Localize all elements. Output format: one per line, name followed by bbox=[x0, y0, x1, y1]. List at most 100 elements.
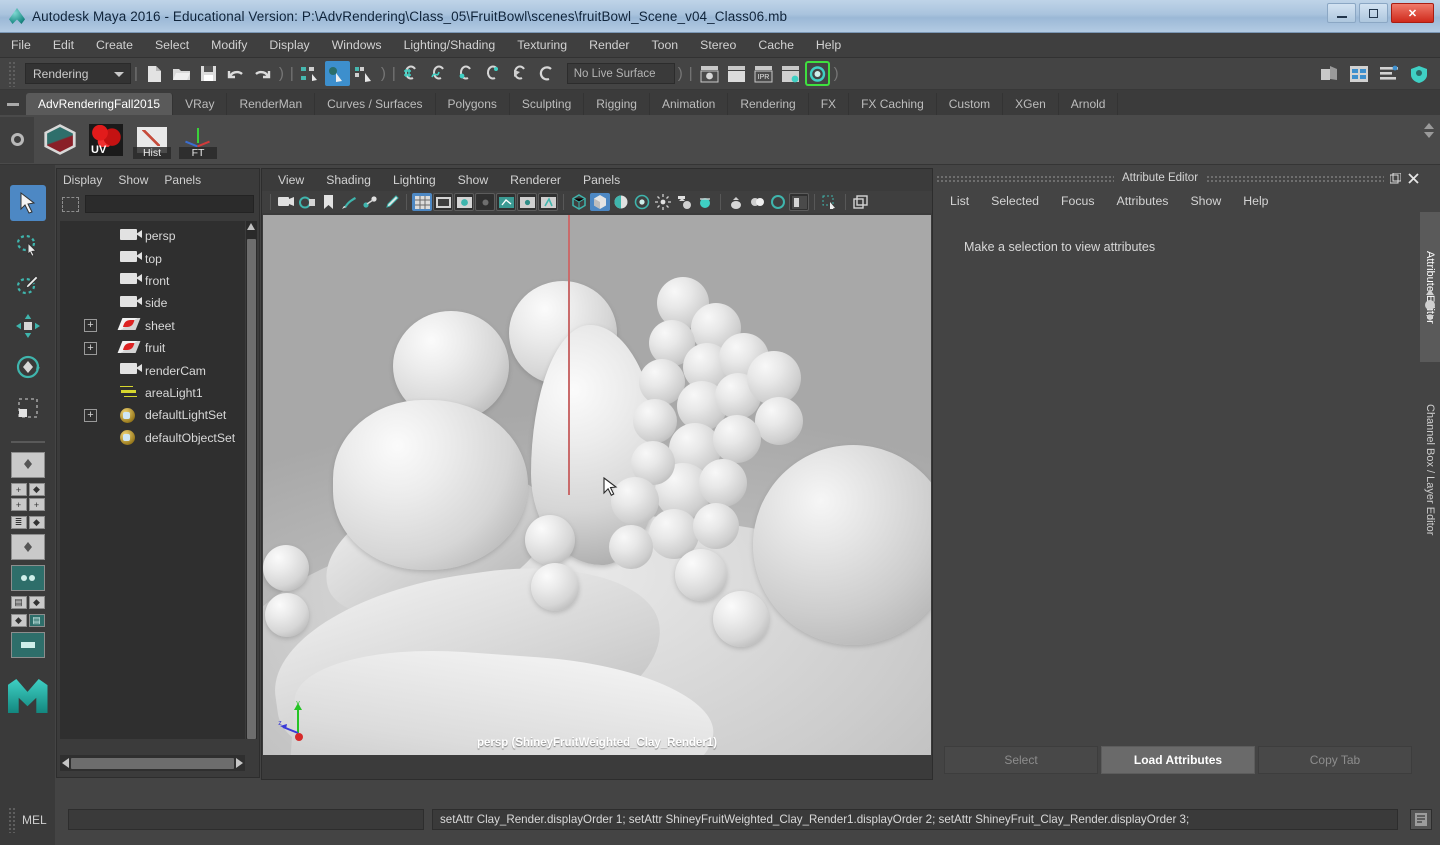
shelf-tab-xgen[interactable]: XGen bbox=[1003, 93, 1059, 115]
outliner-item-persp[interactable]: persp bbox=[60, 225, 245, 247]
attribute-editor-menu-attributes[interactable]: Attributes bbox=[1117, 194, 1169, 208]
panel-drag-handle[interactable] bbox=[1206, 174, 1385, 182]
snap-grid-icon[interactable] bbox=[400, 61, 425, 86]
shelf-options-button[interactable] bbox=[0, 116, 34, 163]
viewport-3d-canvas[interactable]: y z persp (ShineyFruitWeighted_Clay_Rend… bbox=[263, 215, 931, 755]
shelf-tab-animation[interactable]: Animation bbox=[649, 93, 729, 115]
close-button[interactable]: ✕ bbox=[1391, 3, 1434, 23]
scroll-right-icon[interactable] bbox=[236, 758, 243, 768]
undo-icon[interactable] bbox=[223, 61, 248, 86]
menu-item-render[interactable]: Render bbox=[578, 35, 640, 55]
menu-item-create[interactable]: Create bbox=[85, 35, 144, 55]
shelf-tab-fx[interactable]: FX bbox=[808, 93, 850, 115]
quick-layout-render-view[interactable] bbox=[10, 632, 45, 658]
menu-item-cache[interactable]: Cache bbox=[747, 35, 805, 55]
render-settings-icon[interactable] bbox=[778, 61, 803, 86]
viewport-menu-renderer[interactable]: Renderer bbox=[510, 173, 561, 187]
menu-item-lighting-shading[interactable]: Lighting/Shading bbox=[393, 35, 507, 55]
snap-projected-center-icon[interactable] bbox=[481, 61, 506, 86]
grease-pencil-icon[interactable] bbox=[339, 193, 359, 211]
quick-layout-outliner-persp[interactable]: ≣ ◆ bbox=[10, 516, 45, 529]
shelf-tab-arnold[interactable]: Arnold bbox=[1058, 93, 1119, 115]
load-attributes-button[interactable]: Load Attributes bbox=[1101, 746, 1255, 774]
paint-effects-icon[interactable] bbox=[381, 193, 401, 211]
menu-item-texturing[interactable]: Texturing bbox=[506, 35, 578, 55]
channel-box-toggle-icon[interactable] bbox=[1376, 61, 1401, 86]
scale-tool[interactable] bbox=[10, 390, 46, 426]
gate-mask-icon[interactable] bbox=[475, 193, 495, 211]
exposure-icon[interactable] bbox=[517, 193, 537, 211]
close-icon[interactable] bbox=[1406, 171, 1420, 185]
menu-item-modify[interactable]: Modify bbox=[200, 35, 258, 55]
wireframe-icon[interactable] bbox=[569, 193, 589, 211]
outliner-vertical-scrollbar[interactable] bbox=[246, 221, 257, 739]
minimize-button[interactable] bbox=[1327, 3, 1356, 23]
shelf-tab-renderman[interactable]: RenderMan bbox=[227, 93, 316, 115]
expand-toggle-icon[interactable]: + bbox=[84, 408, 97, 422]
select-object-icon[interactable] bbox=[324, 61, 350, 86]
shelf-uv-button[interactable]: UV bbox=[86, 120, 126, 160]
smooth-shade-icon[interactable] bbox=[590, 193, 610, 211]
depth-of-field-icon[interactable] bbox=[768, 193, 788, 211]
viewport-menu-lighting[interactable]: Lighting bbox=[393, 173, 436, 187]
maximize-button[interactable] bbox=[1359, 3, 1388, 23]
two-sided-lighting-icon[interactable] bbox=[297, 193, 317, 211]
use-all-lights-icon[interactable] bbox=[653, 193, 673, 211]
shelf-tab-custom[interactable]: Custom bbox=[936, 93, 1004, 115]
panel-zoom-icon[interactable] bbox=[851, 193, 871, 211]
hardware-texturing-icon[interactable] bbox=[632, 193, 652, 211]
outliner-horizontal-scrollbar[interactable] bbox=[60, 755, 245, 771]
viewport-menu-view[interactable]: View bbox=[278, 173, 304, 187]
rotate-tool[interactable] bbox=[10, 349, 46, 385]
bookmark-icon[interactable] bbox=[318, 193, 338, 211]
viewport-menu-panels[interactable]: Panels bbox=[583, 173, 620, 187]
shelf-tab-rendering[interactable]: Rendering bbox=[728, 93, 809, 115]
motion-blur-icon[interactable] bbox=[726, 193, 746, 211]
shelf-scroll-arrows[interactable] bbox=[1424, 123, 1436, 138]
outliner-item-front[interactable]: front bbox=[60, 270, 245, 292]
shelf-tab-rigging[interactable]: Rigging bbox=[584, 93, 650, 115]
outliner-item-fruit[interactable]: + fruit bbox=[60, 337, 245, 359]
ipr-render-icon[interactable]: IPR bbox=[751, 61, 776, 86]
xray-joints-icon[interactable] bbox=[496, 193, 516, 211]
shelf-tab-advrenderingfall2015[interactable]: AdvRenderingFall2015 bbox=[26, 93, 174, 115]
xray-mode-icon[interactable] bbox=[820, 193, 840, 211]
outliner-item-areaLight1[interactable]: areaLight1 bbox=[60, 382, 245, 404]
ik-handle-icon[interactable] bbox=[360, 193, 380, 211]
outliner-item-defaultObjectSet[interactable]: defaultObjectSet bbox=[60, 427, 245, 449]
quick-layout-persp-uv[interactable]: ◆ ▤ bbox=[10, 614, 45, 627]
redo-icon[interactable] bbox=[250, 61, 275, 86]
tool-settings-icon[interactable] bbox=[1406, 61, 1431, 86]
menu-set-selector[interactable]: Rendering bbox=[25, 63, 131, 84]
quick-layout-hypershade[interactable] bbox=[10, 565, 45, 591]
camera-attributes-icon[interactable] bbox=[276, 193, 296, 211]
script-editor-icon[interactable] bbox=[1410, 809, 1432, 830]
make-live-icon[interactable] bbox=[535, 61, 560, 86]
attribute-editor-menu-help[interactable]: Help bbox=[1243, 194, 1268, 208]
quick-layout-outliner-persp-graph[interactable]: ▤ ◆ bbox=[10, 596, 45, 609]
menu-item-file[interactable]: File bbox=[0, 35, 42, 55]
snap-point-icon[interactable] bbox=[454, 61, 479, 86]
scroll-left-icon[interactable] bbox=[62, 758, 69, 768]
attribute-editor-menu-list[interactable]: List bbox=[950, 194, 969, 208]
render-current-frame-icon[interactable] bbox=[697, 61, 722, 86]
open-scene-icon[interactable] bbox=[169, 61, 194, 86]
shelf-tab-polygons[interactable]: Polygons bbox=[435, 93, 510, 115]
save-scene-icon[interactable] bbox=[196, 61, 221, 86]
move-tool[interactable] bbox=[10, 308, 46, 344]
shaded-wireframe-icon[interactable] bbox=[611, 193, 631, 211]
quick-layout-persp-graph[interactable] bbox=[10, 534, 45, 560]
snap-curve-icon[interactable] bbox=[427, 61, 452, 86]
panel-spinner[interactable] bbox=[1423, 288, 1437, 327]
render-view-icon[interactable] bbox=[805, 61, 830, 86]
shelf-tab-vray[interactable]: VRay bbox=[173, 93, 228, 115]
expand-toggle-icon[interactable]: + bbox=[84, 319, 97, 333]
scroll-up-icon[interactable] bbox=[247, 223, 255, 230]
shelf-collapse-button[interactable] bbox=[0, 93, 26, 115]
attribute-editor-menu-focus[interactable]: Focus bbox=[1061, 194, 1095, 208]
toolbar-drag-handle[interactable] bbox=[8, 60, 17, 87]
outliner-item-top[interactable]: top bbox=[60, 247, 245, 269]
attribute-editor-toggle-icon[interactable] bbox=[1346, 61, 1371, 86]
outliner-menu-display[interactable]: Display bbox=[63, 173, 102, 187]
shelf-cube-shader-button[interactable] bbox=[40, 120, 80, 160]
